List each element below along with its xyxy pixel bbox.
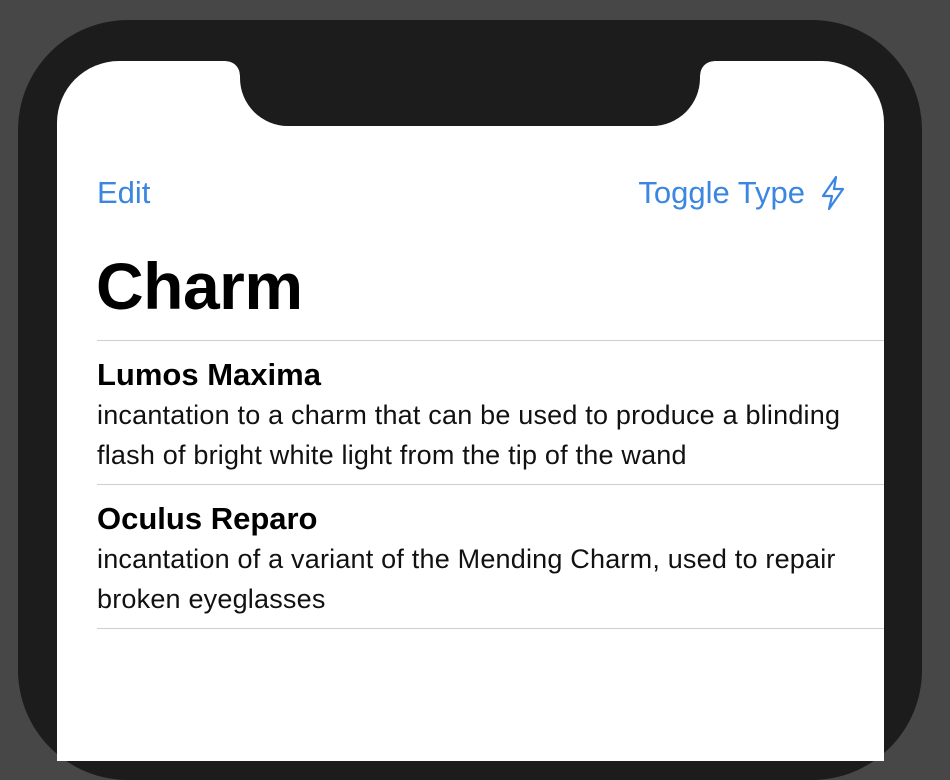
device-notch	[226, 61, 714, 126]
list-item[interactable]: Lumos Maxima incantation to a charm that…	[97, 340, 884, 484]
bolt-icon	[819, 175, 847, 211]
toggle-type-label: Toggle Type	[638, 175, 805, 210]
edit-button[interactable]: Edit	[97, 173, 150, 213]
list-item[interactable]: Oculus Reparo incantation of a variant o…	[97, 484, 884, 629]
page-title: Charm	[96, 249, 303, 323]
spell-name: Oculus Reparo	[97, 501, 318, 536]
spell-list: Lumos Maxima incantation to a charm that…	[97, 340, 884, 629]
spell-name: Lumos Maxima	[97, 357, 321, 392]
spell-description: incantation to a charm that can be used …	[97, 400, 841, 470]
toggle-type-button[interactable]: Toggle Type	[638, 173, 847, 213]
spell-description: incantation of a variant of the Mending …	[97, 544, 836, 614]
